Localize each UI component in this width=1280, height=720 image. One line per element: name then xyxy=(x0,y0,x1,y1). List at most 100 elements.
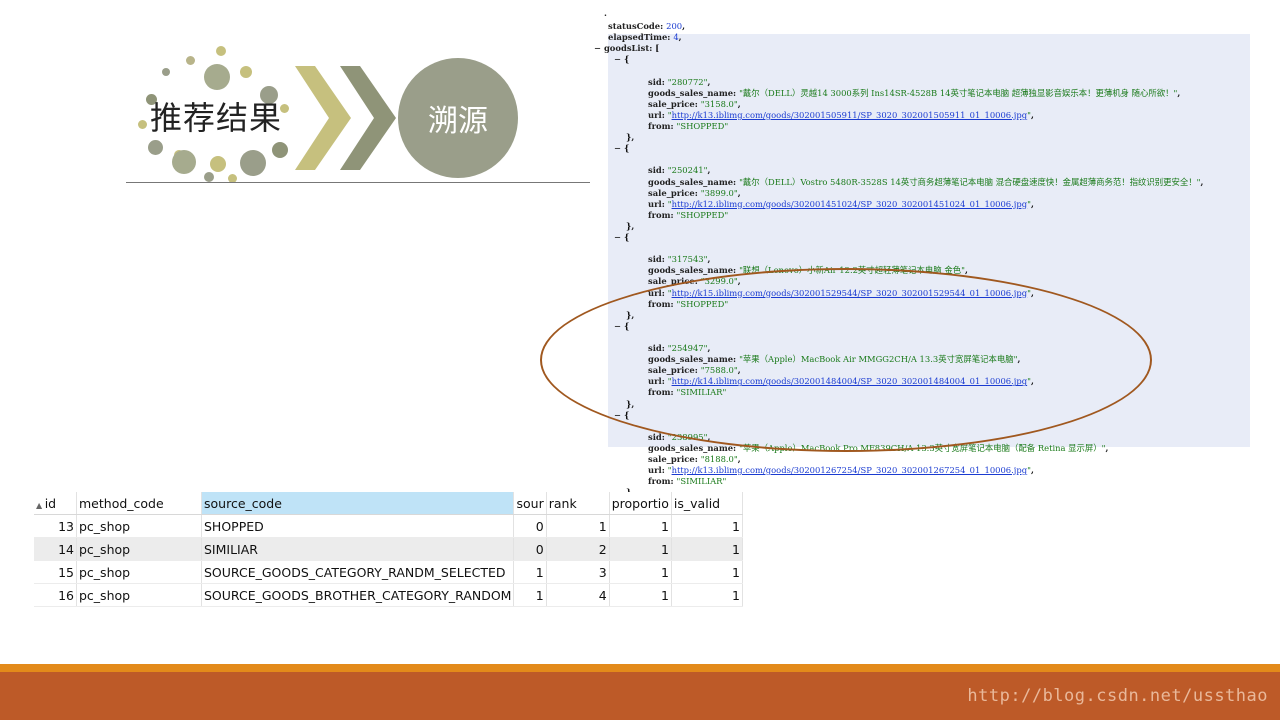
column-header-id[interactable]: ▲ id xyxy=(34,492,77,515)
trace-badge: 溯源 xyxy=(398,58,518,178)
cell-is-valid[interactable]: 1 xyxy=(671,560,743,584)
cell-rank[interactable]: 2 xyxy=(546,537,610,561)
cell-id[interactable]: 16 xyxy=(34,583,77,607)
cell-sour[interactable]: 1 xyxy=(513,560,547,584)
cell-proportion[interactable]: 1 xyxy=(609,537,672,561)
cell-source-code[interactable]: SHOPPED xyxy=(201,514,515,538)
cell-sour[interactable]: 1 xyxy=(513,583,547,607)
json-token: "SHOPPED" xyxy=(676,121,729,131)
column-header-is-valid[interactable]: is_valid xyxy=(671,492,743,515)
json-token: − xyxy=(614,143,624,154)
json-token: , xyxy=(737,187,741,198)
decorative-dot xyxy=(210,156,226,172)
json-key: url xyxy=(648,465,662,476)
cell-is-valid[interactable]: 1 xyxy=(671,583,743,607)
json-token: , xyxy=(737,98,741,109)
json-key: goods_sales_name xyxy=(648,87,734,98)
cell-sour[interactable]: 0 xyxy=(513,514,547,538)
json-token: − xyxy=(614,232,624,242)
table-header-row: ▲ id method_code source_code sour rank p… xyxy=(34,492,743,515)
cell-method-code[interactable]: pc_shop xyxy=(76,514,202,538)
cell-is-valid[interactable]: 1 xyxy=(671,514,743,538)
cell-id[interactable]: 13 xyxy=(34,514,77,538)
cell-method-code[interactable]: pc_shop xyxy=(76,583,202,607)
json-line: from: "SIMILIAR" xyxy=(648,476,726,487)
json-url-link[interactable]: http://k13.iblimg.com/goods/302001267254… xyxy=(672,465,1028,475)
json-token: , xyxy=(707,165,711,176)
decorative-dot xyxy=(186,56,195,65)
json-key: goodsList xyxy=(603,43,650,54)
json-line: from: "SHOPPED" xyxy=(648,121,728,132)
cell-id[interactable]: 15 xyxy=(34,560,77,584)
highlight-ellipse xyxy=(540,268,1152,452)
table-row[interactable]: 14 pc_shop SIMILIAR 0 2 1 1 xyxy=(34,537,743,561)
json-line: url: "http://k13.iblimg.com/goods/302001… xyxy=(648,465,1034,476)
json-token: "SIMILIAR" xyxy=(676,476,727,487)
json-key: from xyxy=(648,121,671,131)
json-token: − xyxy=(614,54,624,65)
json-url-link[interactable]: http://k13.iblimg.com/goods/302001505911… xyxy=(672,110,1028,120)
decorative-dot xyxy=(240,66,252,78)
json-token: , xyxy=(1030,465,1034,476)
json-line: sid: "250241", xyxy=(648,165,710,176)
json-key: sale_price xyxy=(648,187,695,198)
column-header-proportion[interactable]: proportio xyxy=(609,492,672,515)
cell-proportion[interactable]: 1 xyxy=(609,583,672,607)
db-result-table: ▲ id method_code source_code sour rank p… xyxy=(34,492,743,607)
table-row[interactable]: 15 pc_shop SOURCE_GOODS_CATEGORY_RANDM_S… xyxy=(34,560,743,584)
json-line: sid: "317543", xyxy=(648,254,710,265)
json-token: "3899.0" xyxy=(700,187,738,198)
cell-source-code[interactable]: SOURCE_GOODS_CATEGORY_RANDM_SELECTED xyxy=(201,560,515,584)
json-line: goods_sales_name: "戴尔（DELL）Vostro 5480R-… xyxy=(648,177,1203,188)
json-token: , xyxy=(964,265,968,276)
cell-rank[interactable]: 1 xyxy=(546,514,610,538)
column-header-rank[interactable]: rank xyxy=(546,492,610,515)
column-header-source-code[interactable]: source_code xyxy=(201,492,515,515)
column-header-sour[interactable]: sour xyxy=(513,492,547,515)
cell-id[interactable]: 14 xyxy=(34,537,77,561)
json-token: "8188.0" xyxy=(700,454,738,464)
column-header-method-code[interactable]: method_code xyxy=(76,492,202,515)
json-url-link[interactable]: http://k12.iblimg.com/goods/302001451024… xyxy=(672,199,1028,209)
json-token: , xyxy=(1030,198,1034,209)
json-token: , xyxy=(1030,109,1034,120)
json-token: "317543" xyxy=(667,254,708,265)
json-key: url xyxy=(648,109,662,120)
json-token: "280772" xyxy=(667,76,708,87)
cell-method-code[interactable]: pc_shop xyxy=(76,537,202,561)
json-key: elapsedTime xyxy=(608,32,668,43)
json-key: goods_sales_name xyxy=(648,265,734,276)
cell-source-code[interactable]: SIMILIAR xyxy=(201,537,515,561)
json-key: goods_sales_name xyxy=(648,176,734,187)
cell-is-valid[interactable]: 1 xyxy=(671,537,743,561)
cell-sour[interactable]: 0 xyxy=(513,537,547,561)
table-row[interactable]: 13 pc_shop SHOPPED 0 1 1 1 xyxy=(34,514,743,538)
json-token: , xyxy=(707,76,711,87)
decorative-dot xyxy=(204,172,214,182)
json-token: "戴尔（DELL）灵越14 3000系列 Ins14SR-4528B 14英寸笔… xyxy=(739,87,1178,98)
json-token: }, xyxy=(626,220,635,231)
json-key: from xyxy=(648,476,671,487)
json-token: }, xyxy=(626,132,635,143)
decorative-dot xyxy=(148,140,163,155)
cell-rank[interactable]: 4 xyxy=(546,583,610,607)
cell-proportion[interactable]: 1 xyxy=(609,560,672,584)
json-token: , xyxy=(1105,442,1109,453)
cell-source-code[interactable]: SOURCE_GOODS_BROTHER_CATEGORY_RANDOM xyxy=(201,583,515,607)
json-line: statusCode: 200, xyxy=(608,21,685,32)
table-row[interactable]: 16 pc_shop SOURCE_GOODS_BROTHER_CATEGORY… xyxy=(34,583,743,607)
decorative-dot xyxy=(204,64,230,90)
json-token: , xyxy=(737,454,741,464)
cell-rank[interactable]: 3 xyxy=(546,560,610,584)
cell-proportion[interactable]: 1 xyxy=(609,514,672,538)
json-line: from: "SHOPPED" xyxy=(648,210,728,221)
watermark-text: http://blog.csdn.net/ussthao xyxy=(967,686,1268,706)
decorative-dot xyxy=(272,142,288,158)
title-graphic: 推荐结果 溯源 xyxy=(120,38,600,188)
json-token: · xyxy=(604,10,607,20)
json-key: sid xyxy=(648,254,662,265)
json-token: , xyxy=(707,254,711,265)
json-key: sale_price xyxy=(648,98,695,109)
json-line: url: "http://k12.iblimg.com/goods/302001… xyxy=(648,199,1034,210)
cell-method-code[interactable]: pc_shop xyxy=(76,560,202,584)
